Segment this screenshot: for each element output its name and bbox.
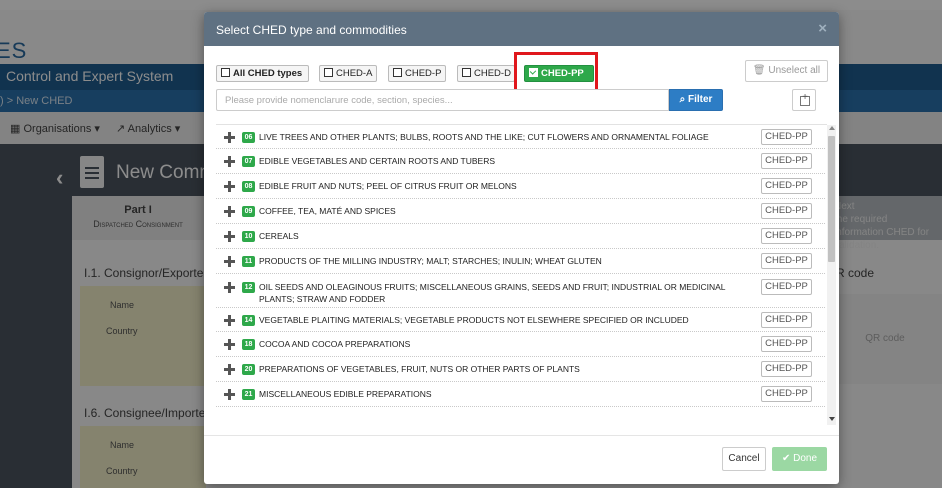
commodity-code-badge: 18	[242, 339, 255, 350]
commodity-row[interactable]: 21 MISCELLANEOUS EDIBLE PREPARATIONS CHED-…	[216, 382, 825, 407]
commodity-row[interactable]: 18 COCOA AND COCOA PREPARATIONS CHED-PP	[216, 332, 825, 357]
expand-plus-icon[interactable]	[224, 315, 235, 326]
expand-all-button[interactable]	[792, 89, 816, 111]
commodity-code-badge: 06	[242, 132, 255, 143]
commodity-description: OIL SEEDS AND OLEAGINOUS FRUITS; MISCELL…	[259, 282, 726, 304]
chip-ched-d[interactable]: CHED-D	[457, 65, 515, 82]
ched-type-tag: CHED-PP	[761, 129, 812, 145]
expand-plus-icon[interactable]	[224, 156, 235, 167]
trash-icon: 🗑	[752, 65, 766, 76]
expand-plus-icon[interactable]	[224, 389, 235, 400]
ched-type-tag: CHED-PP	[761, 203, 812, 219]
chip-ched-p[interactable]: CHED-P	[388, 65, 446, 82]
annotation-highlight-box	[514, 52, 598, 92]
ched-type-tag: CHED-PP	[761, 336, 812, 352]
close-icon[interactable]: ×	[818, 20, 827, 37]
commodity-code-badge: 11	[242, 256, 255, 267]
scroll-up-arrow-icon[interactable]	[828, 126, 835, 130]
done-button[interactable]: ✔ Done	[772, 447, 827, 471]
commodity-code-badge: 07	[242, 156, 255, 167]
commodity-code-badge: 20	[242, 364, 255, 375]
commodity-row[interactable]: 07 EDIBLE VEGETABLES AND CERTAIN ROOTS AN…	[216, 149, 825, 174]
ched-type-tag: CHED-PP	[761, 228, 812, 244]
cancel-button[interactable]: Cancel	[722, 447, 766, 471]
expand-plus-icon[interactable]	[224, 181, 235, 192]
expand-plus-icon[interactable]	[224, 206, 235, 217]
commodity-row[interactable]: 09 COFFEE, TEA, MATÉ AND SPICES CHED-PP	[216, 199, 825, 224]
commodity-description: COCOA AND COCOA PREPARATIONS	[259, 339, 411, 349]
expand-plus-icon[interactable]	[224, 256, 235, 267]
scroll-thumb[interactable]	[828, 136, 835, 262]
checkbox-icon	[462, 68, 471, 77]
commodity-row[interactable]: 10 CEREALS CHED-PP	[216, 224, 825, 249]
commodity-code-badge: 09	[242, 206, 255, 217]
ched-type-tag: CHED-PP	[761, 312, 812, 328]
ched-type-tag: CHED-PP	[761, 386, 812, 402]
ched-type-tag: CHED-PP	[761, 279, 812, 295]
modal-header: Select CHED type and commodities ×	[204, 12, 839, 46]
ched-type-tag: CHED-PP	[761, 253, 812, 269]
ched-type-tag: CHED-PP	[761, 178, 812, 194]
commodity-code-badge: 21	[242, 389, 255, 400]
commodity-description: PRODUCTS OF THE MILLING INDUSTRY; MALT; …	[259, 256, 602, 266]
ched-type-tag: CHED-PP	[761, 153, 812, 169]
checkbox-icon	[324, 68, 333, 77]
commodity-code-badge: 08	[242, 181, 255, 192]
commodity-row[interactable]: 06 LIVE TREES AND OTHER PLANTS; BULBS, RO…	[216, 125, 825, 149]
commodity-code-badge: 12	[242, 282, 255, 293]
checkbox-icon	[393, 68, 402, 77]
commodity-description: EDIBLE FRUIT AND NUTS; PEEL OF CITRUS FR…	[259, 181, 517, 191]
commodity-code-badge: 10	[242, 231, 255, 242]
commodity-row[interactable]: 11 PRODUCTS OF THE MILLING INDUSTRY; MALT…	[216, 249, 825, 274]
chip-ched-a[interactable]: CHED-A	[319, 65, 377, 82]
search-icon: ⌕	[679, 94, 686, 105]
commodity-description: EDIBLE VEGETABLES AND CERTAIN ROOTS AND …	[259, 156, 496, 166]
commodity-list: 06 LIVE TREES AND OTHER PLANTS; BULBS, RO…	[216, 125, 825, 425]
commodity-description: COFFEE, TEA, MATÉ AND SPICES	[259, 206, 396, 216]
commodity-row[interactable]: 08 EDIBLE FRUIT AND NUTS; PEEL OF CITRUS …	[216, 174, 825, 199]
commodity-row[interactable]: 12 OIL SEEDS AND OLEAGINOUS FRUITS; MISCE…	[216, 274, 825, 308]
expand-plus-icon[interactable]	[224, 231, 235, 242]
commodity-description: MISCELLANEOUS EDIBLE PREPARATIONS	[259, 389, 432, 399]
commodity-description: VEGETABLE PLAITING MATERIALS; VEGETABLE …	[259, 315, 689, 325]
commodity-row[interactable]: 14 VEGETABLE PLAITING MATERIALS; VEGETABL…	[216, 308, 825, 332]
check-icon: ✔	[781, 453, 791, 464]
modal-title: Select CHED type and commodities	[216, 23, 407, 37]
commodity-description: CEREALS	[259, 231, 299, 241]
commodity-code-badge: 14	[242, 315, 255, 326]
footer-divider	[204, 435, 839, 436]
checkbox-icon	[221, 68, 230, 77]
unselect-all-button[interactable]: 🗑 Unselect all	[745, 60, 828, 82]
list-scrollbar[interactable]	[827, 125, 836, 425]
expand-plus-icon[interactable]	[224, 339, 235, 350]
commodity-description: PREPARATIONS OF VEGETABLES, FRUIT, NUTS …	[259, 364, 580, 374]
expand-plus-icon[interactable]	[224, 132, 235, 143]
commodity-search-input[interactable]	[216, 89, 669, 111]
expand-plus-icon[interactable]	[224, 364, 235, 375]
chip-all-ched-types[interactable]: All CHED types	[216, 65, 309, 82]
filter-button[interactable]: ⌕ Filter	[669, 89, 723, 111]
select-ched-modal: Select CHED type and commodities × All C…	[204, 12, 839, 484]
commodity-row[interactable]: 20 PREPARATIONS OF VEGETABLES, FRUIT, NUT…	[216, 357, 825, 382]
ched-type-tag: CHED-PP	[761, 361, 812, 377]
commodity-description: LIVE TREES AND OTHER PLANTS; BULBS, ROOT…	[259, 132, 709, 142]
scroll-down-arrow-icon[interactable]	[828, 417, 835, 421]
expand-plus-icon[interactable]	[224, 282, 235, 293]
